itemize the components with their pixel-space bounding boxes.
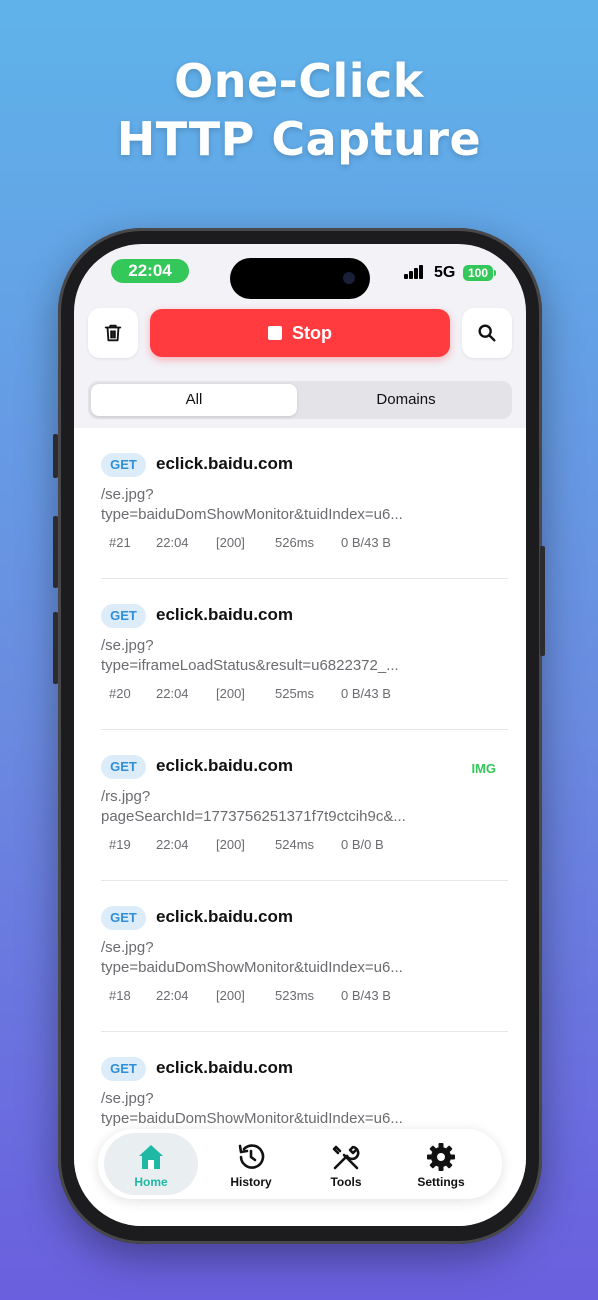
filter-segmented-control: All Domains (88, 381, 512, 419)
search-button[interactable] (462, 308, 512, 358)
request-host: eclick.baidu.com (156, 756, 293, 775)
method-badge: GET (101, 906, 146, 930)
request-index: #19 (109, 837, 131, 852)
segment-all[interactable]: All (91, 384, 297, 416)
request-time: 22:04 (156, 837, 189, 852)
request-status: [200] (216, 837, 245, 852)
side-button (53, 516, 58, 588)
stop-button[interactable]: Stop (150, 309, 450, 357)
network-type: 5G (434, 264, 456, 281)
request-path: /se.jpg? type=baiduDomShowMonitor&tuidIn… (101, 1090, 403, 1127)
request-size: 0 B/43 B (341, 535, 391, 550)
request-index: #21 (109, 535, 131, 550)
request-duration: 524ms (275, 837, 315, 852)
request-row[interactable]: GET eclick.baidu.com /se.jpg? type=ifram… (101, 579, 508, 730)
method-badge: GET (101, 755, 146, 779)
trash-icon (104, 324, 122, 342)
search-icon (478, 324, 496, 342)
request-path: /se.jpg? type=iframeLoadStatus&result=u6… (101, 637, 399, 674)
method-badge: GET (101, 453, 146, 477)
request-host: eclick.baidu.com (156, 1058, 293, 1077)
method-badge: GET (101, 1057, 146, 1081)
request-path: /se.jpg? type=baiduDomShowMonitor&tuidIn… (101, 939, 403, 976)
request-status: [200] (216, 686, 245, 701)
gear-icon (427, 1143, 455, 1171)
tab-history[interactable]: History (204, 1133, 298, 1195)
tab-history-label: History (230, 1175, 272, 1189)
request-size: 0 B/43 B (341, 686, 391, 701)
camera-icon (343, 272, 355, 284)
toolbar: Stop (88, 308, 512, 360)
request-index: #20 (109, 686, 131, 701)
promo-line-1: One-Click (174, 54, 424, 108)
delete-button[interactable] (88, 308, 138, 358)
tools-icon (332, 1145, 360, 1170)
tab-tools[interactable]: Tools (299, 1133, 393, 1195)
tab-settings[interactable]: Settings (394, 1133, 488, 1195)
promo-headline: One-Click HTTP Capture (0, 52, 598, 168)
request-path: /se.jpg? type=baiduDomShowMonitor&tuidIn… (101, 486, 403, 523)
promo-line-2: HTTP Capture (116, 112, 482, 166)
request-time: 22:04 (156, 535, 189, 550)
tab-bar: Home History Tools Settings (98, 1129, 502, 1199)
request-duration: 523ms (275, 988, 315, 1003)
status-time[interactable]: 22:04 (111, 259, 189, 283)
request-status: [200] (216, 535, 245, 550)
home-icon (139, 1145, 163, 1169)
segment-domains[interactable]: Domains (303, 384, 509, 416)
tab-home[interactable]: Home (104, 1133, 198, 1195)
request-host: eclick.baidu.com (156, 454, 293, 473)
history-icon (238, 1144, 265, 1169)
request-status: [200] (216, 988, 245, 1003)
app-screen: 22:04 5G 100 Stop All Domains GET eclick… (74, 244, 526, 1226)
battery-tip (494, 270, 496, 276)
request-time: 22:04 (156, 988, 189, 1003)
tab-tools-label: Tools (330, 1175, 362, 1189)
side-button (53, 434, 58, 478)
request-list[interactable]: GET eclick.baidu.com /se.jpg? type=baidu… (74, 428, 526, 1226)
side-button (53, 612, 58, 684)
request-host: eclick.baidu.com (156, 605, 293, 624)
tab-home-label: Home (134, 1175, 168, 1189)
request-time: 22:04 (156, 686, 189, 701)
content-type-tag: IMG (471, 761, 496, 776)
request-row[interactable]: GET eclick.baidu.com /se.jpg? type=baidu… (101, 428, 508, 579)
tab-settings-label: Settings (417, 1175, 465, 1189)
request-size: 0 B/43 B (341, 988, 391, 1003)
request-index: #18 (109, 988, 131, 1003)
request-row[interactable]: GET eclick.baidu.com /se.jpg? type=baidu… (101, 881, 508, 1032)
signal-icon (404, 265, 424, 279)
stop-icon (268, 326, 282, 340)
request-host: eclick.baidu.com (156, 907, 293, 926)
request-size: 0 B/0 B (341, 837, 384, 852)
request-duration: 526ms (275, 535, 315, 550)
request-path: /rs.jpg? pageSearchId=1773756251371f7t9c… (101, 788, 406, 825)
status-bar: 22:04 5G 100 (74, 244, 526, 300)
stop-label: Stop (292, 322, 332, 343)
battery-icon: 100 (463, 265, 493, 281)
request-duration: 525ms (275, 686, 315, 701)
method-badge: GET (101, 604, 146, 628)
request-row[interactable]: GET eclick.baidu.com IMG /rs.jpg? pageSe… (101, 730, 508, 881)
side-button (540, 546, 545, 656)
